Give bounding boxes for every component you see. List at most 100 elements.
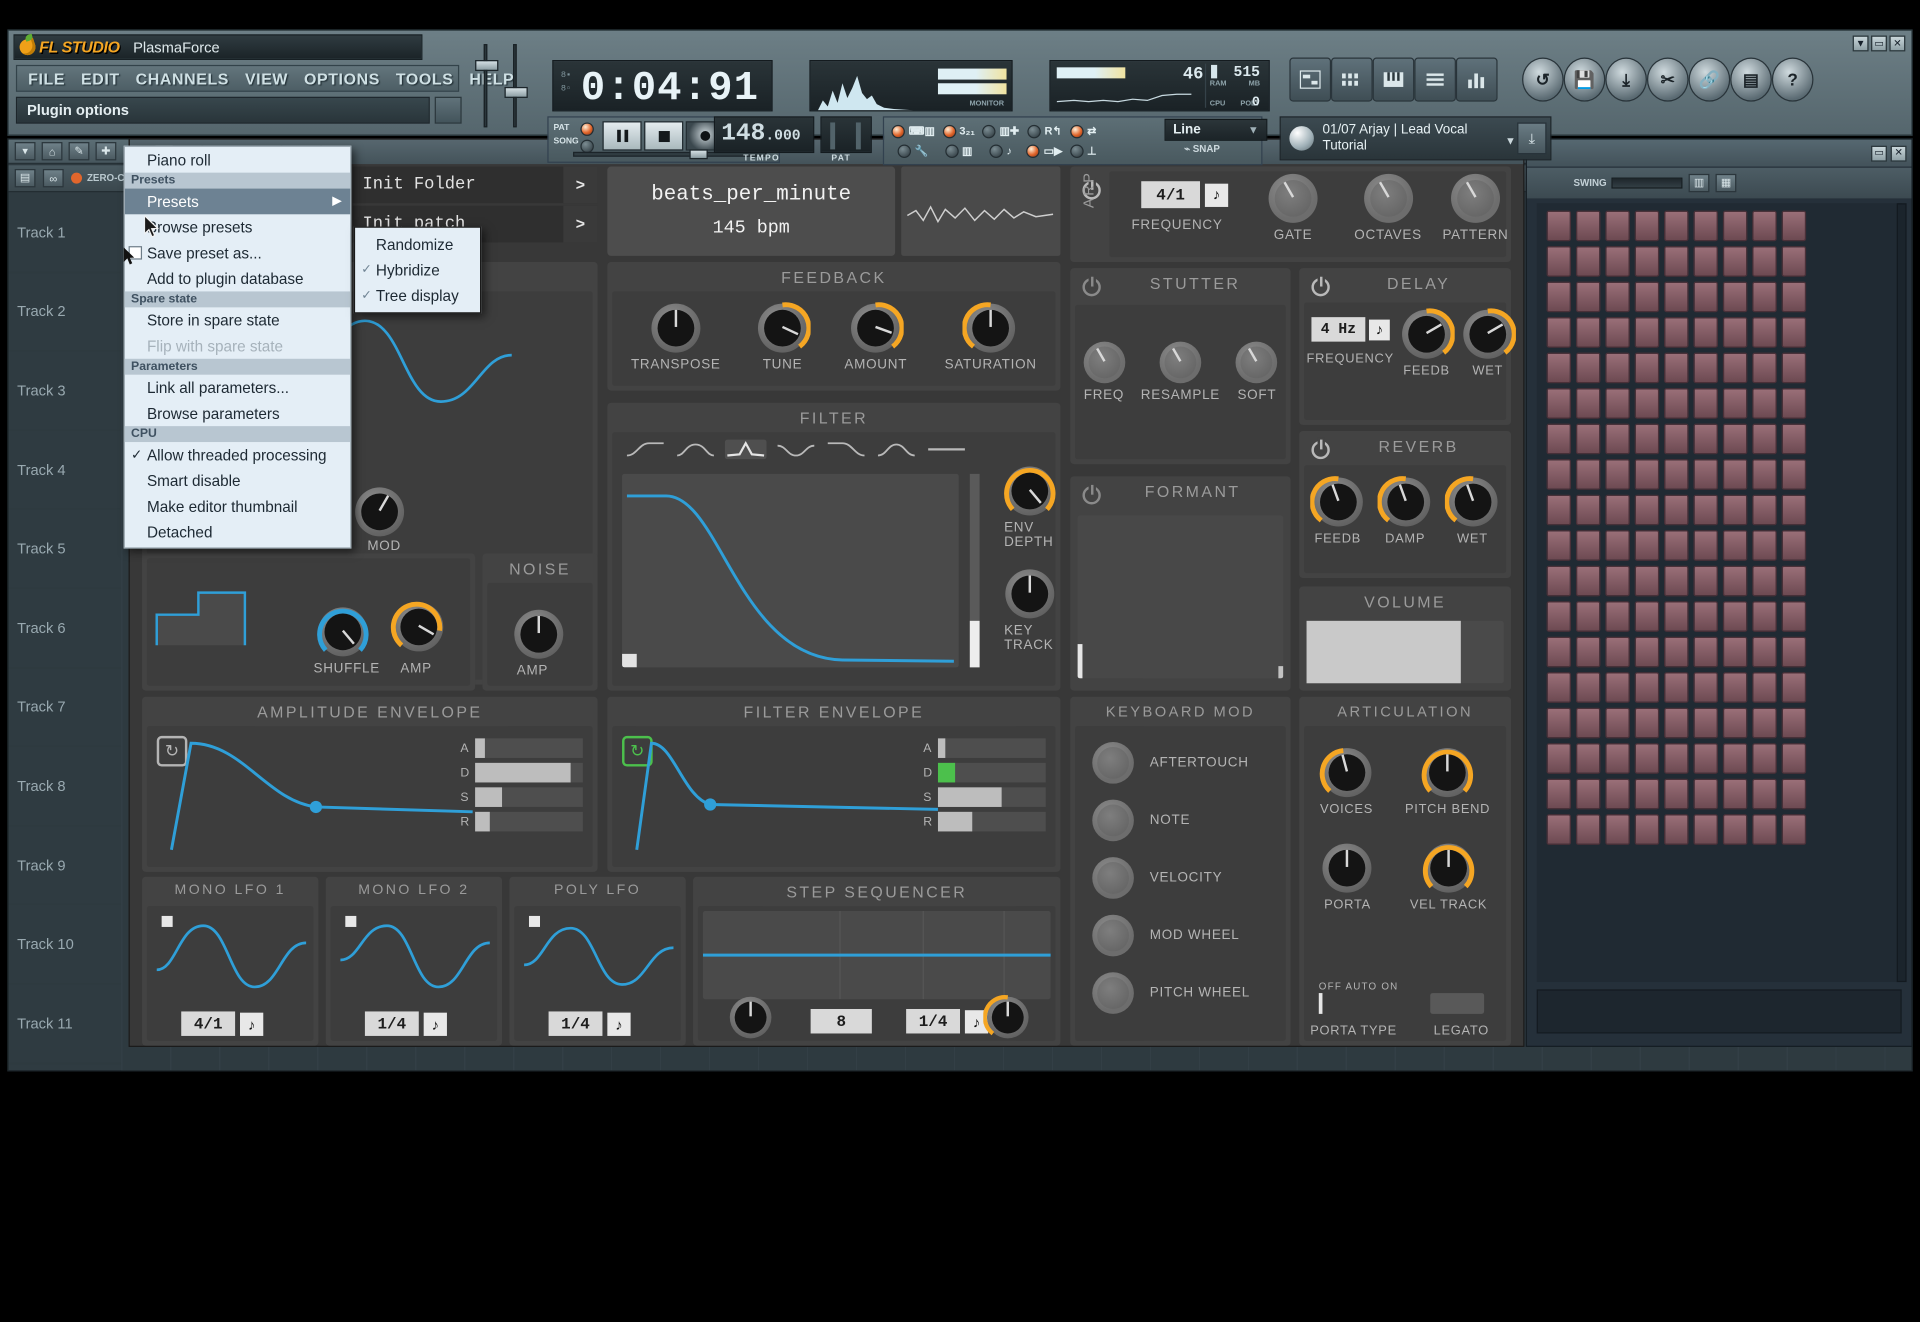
piano-roll-note[interactable] bbox=[1693, 601, 1718, 632]
filter-shape-lowpass-icon[interactable] bbox=[624, 440, 666, 460]
piano-roll-note[interactable] bbox=[1664, 317, 1689, 348]
piano-roll-note[interactable] bbox=[1634, 246, 1660, 277]
piano-roll-note[interactable] bbox=[1664, 601, 1689, 632]
context-menu-item[interactable]: Make editor thumbnail bbox=[125, 493, 350, 519]
transpose-knob[interactable] bbox=[651, 303, 701, 353]
delay-frequency-field[interactable]: 4 Hz ♪ bbox=[1311, 317, 1390, 342]
mono-lfo-1-waveform[interactable] bbox=[149, 911, 311, 999]
piano-roll-note[interactable] bbox=[1634, 814, 1660, 845]
mono-lfo-2-note-icon[interactable]: ♪ bbox=[423, 1012, 447, 1036]
voices-knob[interactable] bbox=[1319, 748, 1372, 798]
reverb-damp-control[interactable]: DAMP bbox=[1376, 476, 1430, 546]
piano-roll-note[interactable] bbox=[1546, 565, 1572, 597]
piano-roll-note[interactable] bbox=[1752, 281, 1777, 313]
piano-roll-scrollbar[interactable] bbox=[1896, 203, 1907, 983]
piano-roll-note[interactable] bbox=[1664, 636, 1689, 668]
piano-roll-note[interactable] bbox=[1664, 423, 1689, 455]
piano-roll-note[interactable] bbox=[1575, 459, 1601, 490]
piano-roll-note[interactable] bbox=[1634, 388, 1660, 419]
piano-roll-note[interactable] bbox=[1546, 672, 1572, 703]
piano-roll-notes[interactable] bbox=[1546, 210, 1846, 975]
piano-roll-note-row[interactable] bbox=[1546, 530, 1846, 561]
maximize-button[interactable]: ▭ bbox=[1871, 35, 1887, 52]
menu-file[interactable]: FILE bbox=[28, 69, 65, 87]
amp-env-decay-track[interactable] bbox=[475, 762, 583, 783]
reverb-feedb-knob[interactable] bbox=[1309, 476, 1363, 527]
delay-power-toggle[interactable] bbox=[1311, 276, 1330, 297]
piano-roll-note[interactable] bbox=[1752, 530, 1777, 561]
piano-roll-note[interactable] bbox=[1546, 388, 1572, 419]
chart-icon[interactable]: ▥ bbox=[1688, 173, 1710, 193]
piano-roll-note[interactable] bbox=[1664, 459, 1689, 490]
arp-gate-control[interactable]: GATE bbox=[1268, 173, 1318, 242]
reverb-damp-knob[interactable] bbox=[1376, 476, 1430, 527]
piano-roll-note[interactable] bbox=[1693, 423, 1718, 455]
context-menu-item[interactable]: Detached bbox=[125, 519, 350, 545]
tools-button[interactable]: ✂ bbox=[1646, 57, 1689, 102]
piano-roll-note[interactable] bbox=[1605, 743, 1630, 774]
piano-roll-note-row[interactable] bbox=[1546, 423, 1846, 455]
stutter-soft-control[interactable]: SOFT bbox=[1236, 341, 1278, 403]
piano-roll-note[interactable] bbox=[1664, 494, 1689, 526]
piano-roll-note[interactable] bbox=[1634, 778, 1660, 810]
piano-roll-note[interactable] bbox=[1722, 530, 1748, 561]
formant-handle-right[interactable] bbox=[1278, 666, 1284, 679]
piano-roll-note-row[interactable] bbox=[1546, 707, 1846, 739]
piano-roll-note-row[interactable] bbox=[1546, 565, 1846, 597]
reverb-feedb-control[interactable]: FEEDB bbox=[1309, 476, 1363, 546]
undo-button[interactable]: ↺ bbox=[1522, 57, 1564, 102]
metronome-toggle[interactable]: ▥✚ bbox=[982, 124, 1019, 138]
piano-roll-note[interactable] bbox=[1781, 494, 1807, 526]
close-icon[interactable]: ✕ bbox=[1890, 145, 1907, 162]
filter-env-decay-row[interactable]: D bbox=[923, 762, 1046, 783]
piano-roll-note[interactable] bbox=[1664, 530, 1689, 561]
mixer-toggle-button[interactable] bbox=[1455, 57, 1498, 102]
piano-roll-note-row[interactable] bbox=[1546, 601, 1846, 632]
voices-control[interactable]: VOICES bbox=[1319, 748, 1373, 817]
piano-roll-note[interactable] bbox=[1575, 601, 1601, 632]
piano-roll-note[interactable] bbox=[1752, 459, 1777, 490]
legato-toggle[interactable] bbox=[1430, 993, 1485, 1014]
multilink-toggle[interactable]: 🔧 bbox=[897, 143, 929, 158]
piano-roll-note[interactable] bbox=[1575, 317, 1601, 348]
piano-roll-note[interactable] bbox=[1605, 317, 1630, 348]
amp-env-stage-sliders[interactable]: A D S R bbox=[460, 738, 583, 832]
piano-roll-note[interactable] bbox=[1605, 530, 1630, 561]
filter-shape-selector[interactable] bbox=[612, 432, 1055, 466]
vel-track-control[interactable]: VEL TRACK bbox=[1410, 843, 1487, 912]
tune-knob[interactable] bbox=[758, 302, 811, 353]
piano-roll-note[interactable] bbox=[1546, 601, 1572, 632]
piano-roll-note[interactable] bbox=[1693, 388, 1718, 419]
track-row[interactable]: Track 4 bbox=[8, 431, 122, 510]
piano-roll-note[interactable] bbox=[1634, 423, 1660, 455]
porta-type-slider[interactable] bbox=[1318, 993, 1323, 1014]
piano-roll-note[interactable] bbox=[1693, 672, 1718, 703]
formant-power-toggle[interactable] bbox=[1082, 484, 1101, 505]
formant-xy-pad[interactable] bbox=[1077, 515, 1284, 679]
piano-roll-note[interactable] bbox=[1722, 281, 1748, 313]
piano-roll-note[interactable] bbox=[1693, 494, 1718, 526]
countdown-toggle[interactable]: 3₂₁ bbox=[942, 124, 975, 138]
piano-roll-note[interactable] bbox=[1634, 210, 1660, 242]
step-sequencer-knob[interactable] bbox=[729, 996, 772, 1039]
piano-roll-note-row[interactable] bbox=[1546, 636, 1846, 668]
amount-knob[interactable] bbox=[851, 302, 904, 353]
piano-roll-note[interactable] bbox=[1634, 352, 1660, 384]
song-chevron-down-icon[interactable]: ▼ bbox=[1505, 135, 1516, 147]
piano-roll-note[interactable] bbox=[1605, 707, 1630, 739]
piano-roll-note[interactable] bbox=[1722, 317, 1748, 348]
piano-roll-note-row[interactable] bbox=[1546, 388, 1846, 419]
noise-amp-knob[interactable] bbox=[514, 609, 564, 659]
menu-channels[interactable]: CHANNELS bbox=[136, 69, 229, 87]
stutter-soft-knob[interactable] bbox=[1236, 341, 1278, 384]
piano-roll-note[interactable] bbox=[1575, 778, 1601, 810]
saturation-control[interactable]: SATURATION bbox=[945, 302, 1037, 372]
filter-shape-flat-icon[interactable] bbox=[926, 440, 968, 460]
track-row[interactable]: Track 1 bbox=[8, 193, 122, 273]
amp-env-sustain-track[interactable] bbox=[475, 787, 583, 807]
mono-lfo-2-waveform[interactable] bbox=[333, 911, 495, 999]
porta-control[interactable]: PORTA bbox=[1323, 843, 1372, 912]
brush-icon[interactable]: ✚ bbox=[95, 142, 117, 161]
piano-roll-note-row[interactable] bbox=[1546, 281, 1846, 313]
filter-shape-peak-icon[interactable] bbox=[724, 439, 767, 460]
